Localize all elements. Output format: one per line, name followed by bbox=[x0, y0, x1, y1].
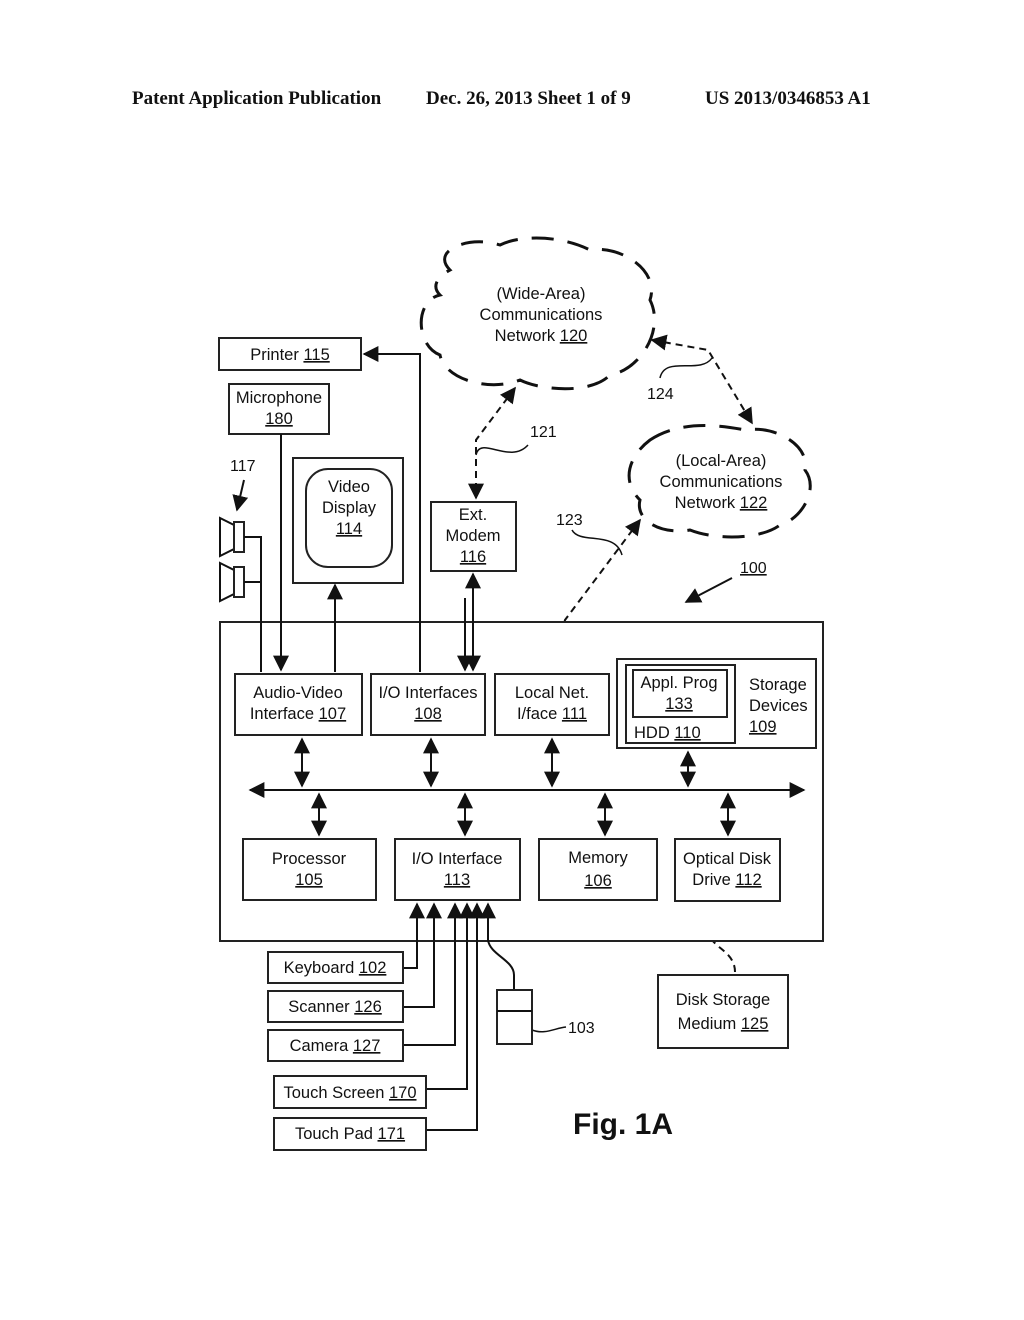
wan-lan-link bbox=[650, 334, 753, 425]
io-interface-box bbox=[394, 838, 521, 901]
touch-screen-label: Touch Screen 170 bbox=[283, 1084, 416, 1102]
disk-medium-line1: Disk Storage bbox=[676, 991, 770, 1009]
appl-prog-line1: Appl. Prog bbox=[640, 674, 717, 692]
ref-117: 117 bbox=[230, 458, 256, 475]
processor-ref: 105 bbox=[295, 871, 323, 889]
processor-line1: Processor bbox=[272, 850, 347, 868]
wan-cloud-line1: (Wide-Area) bbox=[497, 285, 586, 303]
disk-medium-line2: Medium 125 bbox=[678, 1015, 769, 1033]
local-net-line1: Local Net. bbox=[515, 684, 589, 702]
io-interfaces-ref: 108 bbox=[414, 705, 442, 723]
storage-ref: 109 bbox=[749, 718, 777, 736]
speaker-icon bbox=[219, 516, 245, 603]
system-100-arrow bbox=[684, 577, 733, 603]
block-diagram: (Wide-Area) Communications Network 120 (… bbox=[218, 236, 824, 1151]
ref-121: 121 bbox=[530, 424, 557, 441]
disk-medium-box bbox=[657, 974, 789, 1049]
optical-line1: Optical Disk bbox=[683, 850, 772, 868]
av-interface-line2: Interface 107 bbox=[250, 705, 346, 723]
optical-line2: Drive 112 bbox=[692, 871, 761, 889]
camera-label: Camera 127 bbox=[290, 1037, 381, 1055]
memory-line1: Memory bbox=[568, 849, 628, 867]
mouse-icon bbox=[496, 989, 533, 1045]
touch-pad-label: Touch Pad 171 bbox=[295, 1125, 405, 1143]
lan-cloud-line3: Network 122 bbox=[675, 494, 768, 512]
video-display-ref: 114 bbox=[336, 520, 362, 538]
ext-modem-line2: Modem bbox=[445, 527, 500, 545]
ref-123: 123 bbox=[556, 512, 583, 529]
io-interfaces-line1: I/O Interfaces bbox=[378, 684, 477, 702]
wan-modem-link bbox=[468, 386, 516, 500]
memory-ref: 106 bbox=[584, 872, 612, 890]
hdd-label: HDD 110 bbox=[634, 724, 701, 742]
microphone-label: Microphone bbox=[236, 389, 322, 407]
printer-label: Printer 115 bbox=[250, 346, 330, 364]
speakers-117-arrow bbox=[232, 479, 249, 512]
optical-drive-box bbox=[674, 838, 781, 902]
video-display-line1: Video bbox=[328, 478, 370, 496]
ext-modem-ref: 116 bbox=[460, 548, 486, 566]
ref-103: 103 bbox=[568, 1020, 595, 1037]
local-net-line2: I/face 111 bbox=[517, 705, 587, 723]
processor-box bbox=[242, 838, 377, 901]
wan-cloud-line2: Communications bbox=[480, 306, 603, 324]
wan-cloud-line3: Network 120 bbox=[495, 327, 588, 345]
ref-124-leader bbox=[659, 357, 713, 379]
ref-121-leader bbox=[475, 444, 529, 456]
ref-100: 100 bbox=[740, 560, 767, 577]
ext-modem-line1: Ext. bbox=[459, 506, 487, 524]
ref-124: 124 bbox=[647, 386, 674, 403]
ref-123-leader bbox=[571, 529, 623, 556]
appl-prog-ref: 133 bbox=[665, 695, 693, 713]
figure-caption: Fig. 1A bbox=[573, 1108, 673, 1141]
ref-103-leader bbox=[531, 1026, 567, 1033]
keyboard-label: Keyboard 102 bbox=[284, 959, 387, 977]
microphone-ref: 180 bbox=[265, 410, 293, 428]
storage-line1: Storage bbox=[749, 676, 807, 694]
av-interface-line1: Audio-Video bbox=[253, 684, 343, 702]
lan-cloud-line2: Communications bbox=[660, 473, 783, 491]
io-interface-ref: 113 bbox=[444, 871, 470, 889]
scanner-label: Scanner 126 bbox=[288, 998, 382, 1016]
lan-cloud-line1: (Local-Area) bbox=[676, 452, 767, 470]
io-interface-line1: I/O Interface bbox=[412, 850, 503, 868]
storage-line2: Devices bbox=[749, 697, 808, 715]
video-display-line2: Display bbox=[322, 499, 377, 517]
